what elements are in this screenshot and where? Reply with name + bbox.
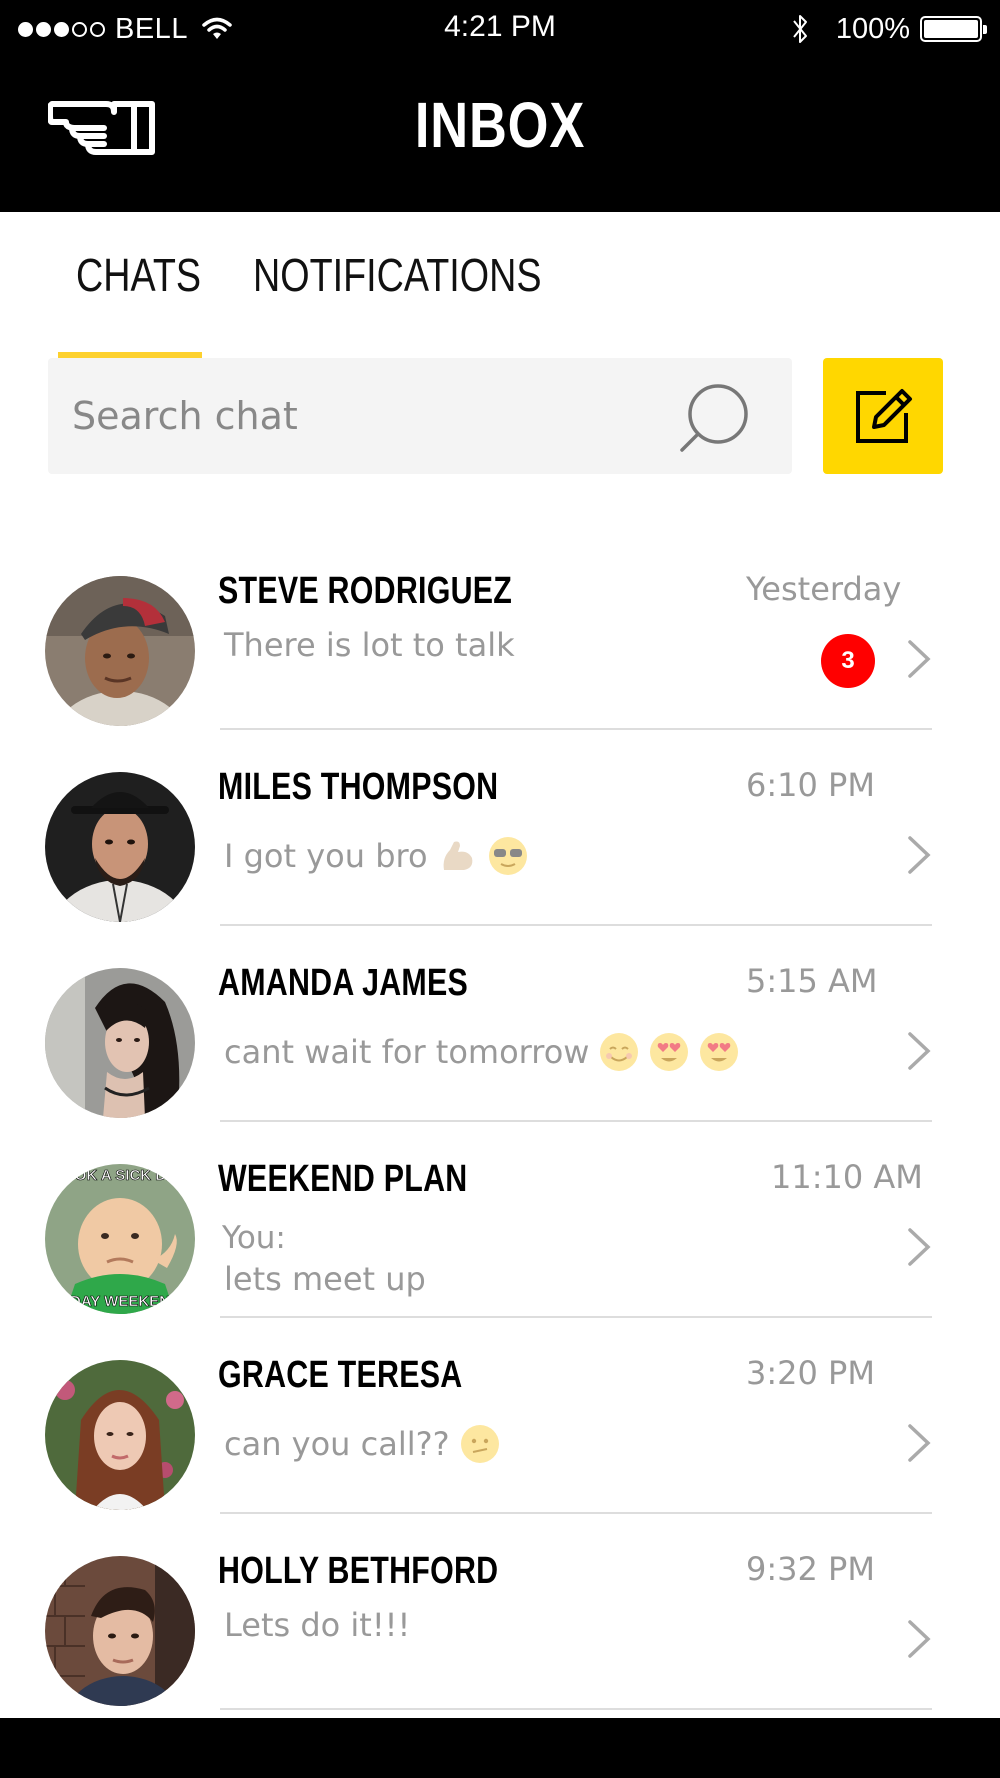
avatar [45,1360,195,1510]
confused-emoji [460,1424,500,1464]
status-bar: BELL 4:21 PM 100% [0,0,1000,58]
chat-time: 11:10 AM [771,1158,923,1196]
chat-row-miles-thompson[interactable]: MILES THOMPSON 6:10 PM I got you bro [0,730,1000,926]
battery-cap [983,25,987,34]
search-bar [48,358,792,474]
meme-caption-top: OOK A SICK DA [63,1167,177,1184]
avatar: OOK A SICK DA DAY WEEKEN [45,1164,195,1314]
chat-time: 5:15 AM [746,962,878,1000]
chat-message: Lets do it!!! [224,1606,410,1644]
chevron-right-icon [908,640,931,678]
avatar [45,576,195,726]
battery-icon [920,16,987,42]
avatar [45,772,195,922]
chat-name: AMANDA JAMES [218,962,469,1004]
chat-message-text: Lets do it!!! [224,1606,411,1644]
sunglasses-emoji [488,836,528,876]
chat-time: Yesterday [746,570,902,608]
chat-message: lets meet up [224,1260,426,1298]
chat-time: 3:20 PM [746,1354,875,1392]
bottom-bar [0,1718,1000,1778]
meme-caption-bottom: DAY WEEKEN [70,1293,170,1310]
page-title: INBOX [414,89,586,161]
inbox-content: CHATS NOTIFICATIONS Search chat STEVE RO… [0,212,1000,1718]
chevron-right-icon [908,1620,931,1658]
chat-sender: You: [222,1220,286,1256]
chat-message-text: There is lot to talk [224,626,515,664]
chat-message: There is lot to talk [224,626,515,664]
chevron-right-icon [908,1032,931,1070]
battery-fill [924,20,978,38]
chat-row-steve-rodriguez[interactable]: STEVE RODRIGUEZ Yesterday There is lot t… [0,534,1000,730]
app-header: BELL 4:21 PM 100% INBOX [0,0,1000,212]
chat-message-text: lets meet up [224,1260,426,1298]
chat-time: 6:10 PM [746,766,875,804]
status-bar-right: 100% [790,10,987,48]
chevron-right-icon [908,836,931,874]
bluetooth-icon [793,15,807,43]
chat-message-text: cant wait for tomorrow [224,1033,590,1071]
chat-message-text: I got you bro [224,837,428,875]
chat-message: I got you bro [224,836,528,876]
chat-name: STEVE RODRIGUEZ [218,570,513,612]
unread-badge: 3 [821,634,875,688]
smiling-emoji [599,1032,639,1072]
tab-notifications[interactable]: NOTIFICATIONS [253,248,541,302]
chat-row-holly-bethford[interactable]: HOLLY BETHFORD 9:32 PM Lets do it!!! [0,1514,1000,1710]
tab-bar: CHATS NOTIFICATIONS [0,248,1000,360]
chat-message: can you call?? [224,1424,500,1464]
search-input[interactable] [72,382,692,450]
chevron-right-icon [908,1228,931,1266]
flexed-biceps-emoji [438,836,478,876]
chat-name: HOLLY BETHFORD [218,1550,499,1592]
chat-message-text: can you call?? [224,1425,450,1463]
chat-name: GRACE TERESA [218,1354,463,1396]
avatar [45,968,195,1118]
heart-eyes-emoji [699,1032,739,1072]
tab-chats[interactable]: CHATS [76,248,201,302]
compose-button[interactable] [823,358,943,474]
chat-time: 9:32 PM [746,1550,875,1588]
chat-message: cant wait for tomorrow [224,1032,739,1072]
heart-eyes-emoji [649,1032,689,1072]
chat-row-grace-teresa[interactable]: GRACE TERESA 3:20 PM can you call?? [0,1318,1000,1514]
chat-name: MILES THOMPSON [218,766,499,808]
chat-name: WEEKEND PLAN [218,1158,468,1200]
chat-row-amanda-james[interactable]: AMANDA JAMES 5:15 AM cant wait for tomor… [0,926,1000,1122]
battery-percent: 100% [835,12,910,45]
search-icon[interactable] [678,382,752,454]
avatar [45,1556,195,1706]
chevron-right-icon [908,1424,931,1462]
compose-icon [856,389,912,443]
row-divider [220,1708,932,1710]
chat-row-weekend-plan[interactable]: OOK A SICK DA DAY WEEKEN WEEKEND PLAN 11… [0,1122,1000,1318]
